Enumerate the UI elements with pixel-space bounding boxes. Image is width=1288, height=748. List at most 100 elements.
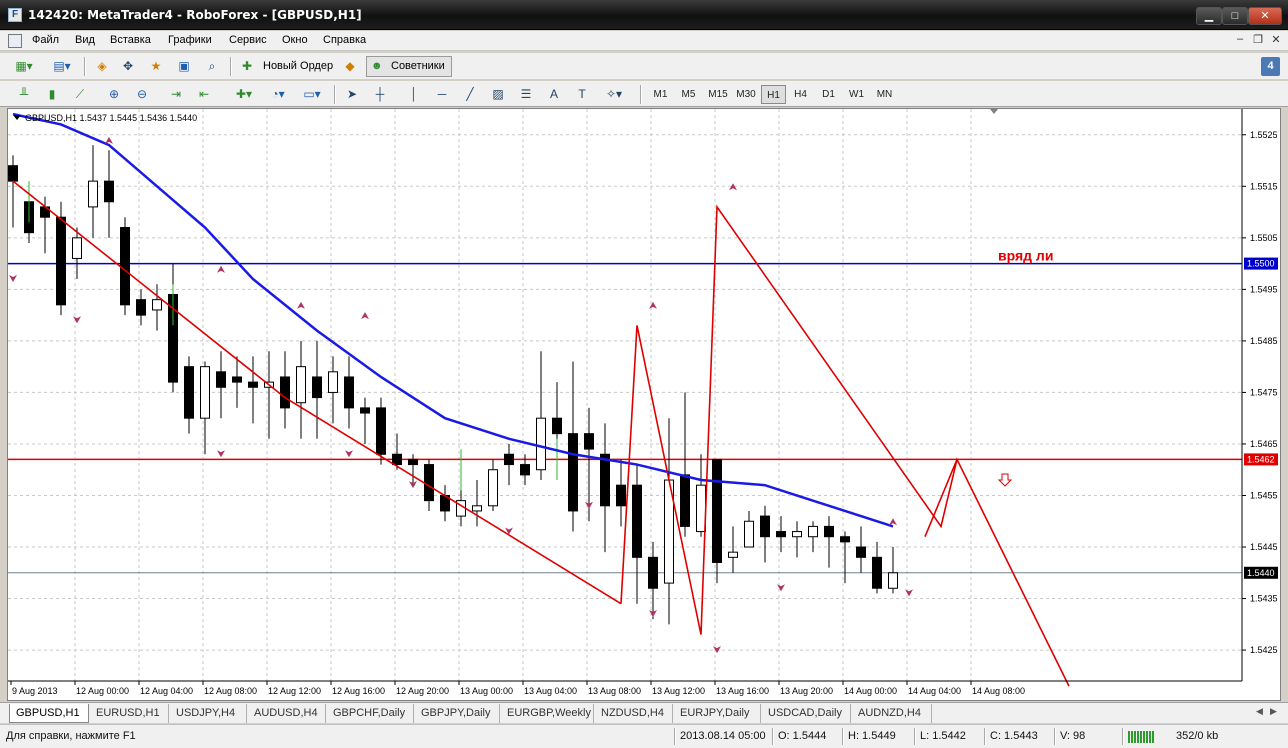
status-open: O: 1.5444 <box>778 730 827 742</box>
standard-toolbar: ▦▾ ▤▾ ◈ ✥ ★ ▣ ⌕ ✚ Новый Ордер ◆ ☻ Советн… <box>0 53 1288 80</box>
tab-gbpchf-daily[interactable]: GBPCHF,Daily <box>327 704 414 723</box>
timeframe-h4[interactable]: H4 <box>788 85 813 104</box>
new-chart-icon[interactable]: ▦▾ <box>10 57 38 76</box>
timeframe-w1[interactable]: W1 <box>844 85 869 104</box>
zoom-out-icon[interactable]: ⊖ <box>132 85 152 104</box>
candle-body <box>808 525 818 538</box>
menu-window[interactable]: Окно <box>282 34 308 46</box>
timeframe-m1[interactable]: M1 <box>648 85 673 104</box>
status-separator <box>772 728 774 745</box>
price-chart[interactable]: 1.5525 1.5515 1.5505 1.5495 1.5485 1.5475 1.54… <box>8 109 1280 700</box>
y-tick-label: 1.5475 <box>1250 387 1278 397</box>
timeframe-m5[interactable]: M5 <box>676 85 701 104</box>
new-order-icon[interactable]: ✚ <box>238 57 256 76</box>
timeframe-mn[interactable]: MN <box>872 85 897 104</box>
candle-body <box>840 536 850 543</box>
equidistant-channel-icon[interactable]: ▨ <box>488 85 508 104</box>
x-tick-label: 14 Aug 08:00 <box>972 686 1025 696</box>
menu-charts[interactable]: Графики <box>168 34 212 46</box>
arrows-icon[interactable]: ✧▾ <box>600 85 628 104</box>
tab-audusd-h4[interactable]: AUDUSD,H4 <box>248 704 326 723</box>
x-tick-label: 12 Aug 16:00 <box>332 686 385 696</box>
connection-icon <box>1128 731 1154 743</box>
trendline-icon[interactable]: ╱ <box>460 85 480 104</box>
templates-icon[interactable]: ▭▾ <box>298 85 326 104</box>
data-window-icon[interactable]: ✥ <box>118 57 138 76</box>
timeframe-h1[interactable]: H1 <box>761 85 786 104</box>
timeframe-m30[interactable]: M30 <box>732 85 760 104</box>
profiles-icon[interactable]: ▤▾ <box>48 57 76 76</box>
status-help: Для справки, нажмите F1 <box>6 730 136 742</box>
bar-chart-icon[interactable]: ╨ <box>14 85 34 104</box>
tab-nzdusd-h4[interactable]: NZDUSD,H4 <box>595 704 673 723</box>
x-tick-label: 13 Aug 16:00 <box>716 686 769 696</box>
candle-body <box>760 515 770 538</box>
toolbar-separator <box>334 85 336 104</box>
text-tool-icon[interactable]: A <box>544 85 564 104</box>
tab-scroll-right-icon[interactable]: ▶ <box>1270 706 1277 717</box>
crosshair-icon[interactable]: ┼ <box>370 85 390 104</box>
vertical-line-icon[interactable]: │ <box>404 85 424 104</box>
tab-eurjpy-daily[interactable]: EURJPY,Daily <box>674 704 761 723</box>
candlestick-icon[interactable]: ▮ <box>42 85 62 104</box>
candle-body <box>856 546 866 558</box>
child-restore-icon[interactable]: ❐ <box>1250 33 1266 48</box>
candle-body <box>120 227 130 306</box>
tab-eurusd-h1[interactable]: EURUSD,H1 <box>90 704 169 723</box>
cursor-icon[interactable]: ➤ <box>342 85 362 104</box>
timeframe-m15[interactable]: M15 <box>704 85 732 104</box>
new-order-button[interactable]: Новый Ордер <box>258 56 338 77</box>
candle-body <box>712 458 722 563</box>
tab-scroll-left-icon[interactable]: ◀ <box>1256 706 1263 717</box>
menu-insert[interactable]: Вставка <box>110 34 151 46</box>
close-button[interactable]: ✕ <box>1248 7 1282 25</box>
tab-usdjpy-h4[interactable]: USDJPY,H4 <box>170 704 247 723</box>
terminal-icon[interactable]: ▣ <box>174 57 194 76</box>
status-close: C: 1.5443 <box>990 730 1038 742</box>
menu-view[interactable]: Вид <box>75 34 95 46</box>
app-icon: F <box>8 8 22 22</box>
zoom-in-icon[interactable]: ⊕ <box>104 85 124 104</box>
child-minimize-icon[interactable]: – <box>1232 33 1248 48</box>
menu-tools[interactable]: Сервис <box>229 34 267 46</box>
candle-body <box>584 433 594 450</box>
tab-eurgbp-weekly[interactable]: EURGBP,Weekly <box>501 704 594 723</box>
status-separator <box>1122 728 1124 745</box>
tab-gbpusd-h1[interactable]: GBPUSD,H1 <box>9 704 89 723</box>
chart-header: GBPUSD,H1 1.5437 1.5445 1.5436 1.5440 <box>25 113 197 123</box>
expert-advisors-button[interactable]: ☻ Советники <box>366 56 452 77</box>
fibonacci-icon[interactable]: ☰ <box>516 85 536 104</box>
metaeditor-icon[interactable]: ◆ <box>340 57 360 76</box>
child-close-icon[interactable]: ✕ <box>1268 33 1284 48</box>
candle-body <box>408 458 418 466</box>
menu-file[interactable]: Файл <box>32 34 59 46</box>
auto-scroll-icon[interactable]: ⇥ <box>166 85 186 104</box>
x-tick-label: 12 Aug 00:00 <box>76 686 129 696</box>
horizontal-line-icon[interactable]: ─ <box>432 85 452 104</box>
menu-help[interactable]: Справка <box>323 34 366 46</box>
timeframe-d1[interactable]: D1 <box>816 85 841 104</box>
periods-icon[interactable]: ◔▾ <box>264 85 292 104</box>
tab-audnzd-h4[interactable]: AUDNZD,H4 <box>852 704 932 723</box>
candle-body <box>696 484 706 533</box>
market-watch-icon[interactable]: ◈ <box>92 57 112 76</box>
candle-body <box>424 464 434 502</box>
navigator-icon[interactable]: ★ <box>146 57 166 76</box>
alerts-badge[interactable]: 4 <box>1261 57 1280 76</box>
x-tick-label: 12 Aug 04:00 <box>140 686 193 696</box>
chart-window[interactable]: 1.5525 1.5515 1.5505 1.5495 1.5485 1.5475 1.54… <box>7 108 1281 701</box>
indicators-icon[interactable]: ✚▾ <box>230 85 258 104</box>
strategy-tester-icon[interactable]: ⌕ <box>202 57 222 76</box>
tab-usdcad-daily[interactable]: USDCAD,Daily <box>762 704 851 723</box>
chart-window-icon[interactable] <box>8 34 22 48</box>
chart-tabs: GBPUSD,H1 EURUSD,H1 USDJPY,H4 AUDUSD,H4 … <box>0 702 1288 723</box>
chart-shift-icon[interactable]: ⇤ <box>194 85 214 104</box>
price-label: 1.5500 <box>1247 259 1275 269</box>
candle-body <box>744 520 754 548</box>
tab-gbpjpy-daily[interactable]: GBPJPY,Daily <box>415 704 500 723</box>
text-label-icon[interactable]: T <box>572 85 592 104</box>
candle-body <box>632 484 642 558</box>
maximize-button[interactable]: □ <box>1222 7 1248 25</box>
minimize-button[interactable]: ▁ <box>1196 7 1222 25</box>
line-chart-icon[interactable]: ⟋ <box>70 85 90 104</box>
